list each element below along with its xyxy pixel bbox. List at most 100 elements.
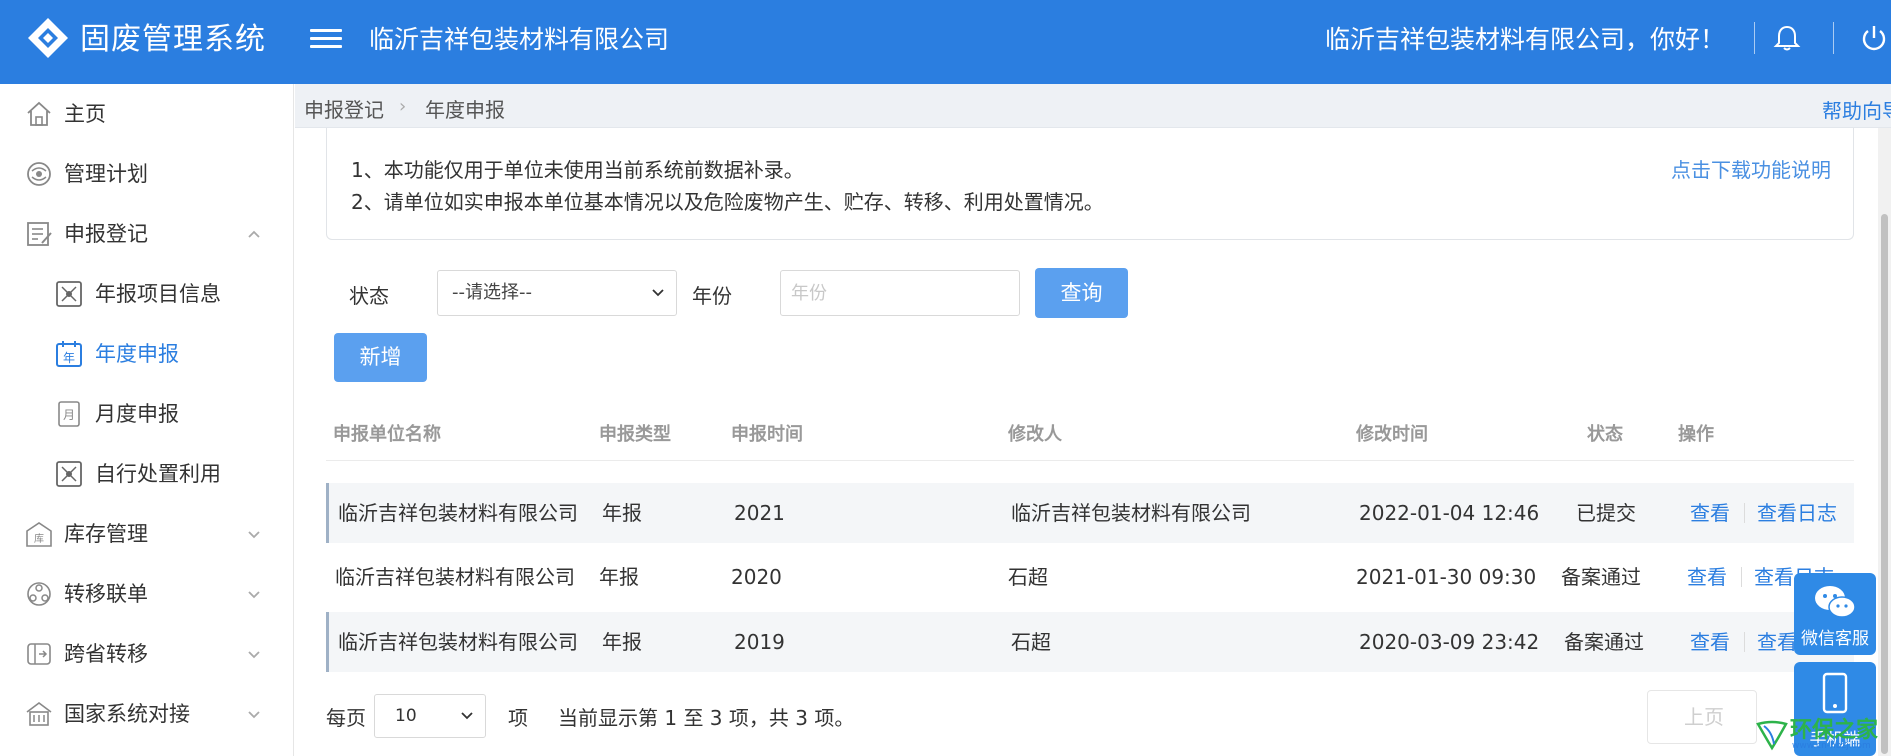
cell-type: 年报 (599, 565, 639, 589)
notice-panel: 1、本功能仅用于单位未使用当前系统前数据补录。 2、请单位如实申报本单位基本情况… (326, 128, 1854, 240)
notice-line-1: 1、本功能仅用于单位未使用当前系统前数据补录。 (351, 158, 804, 182)
year-input[interactable] (780, 270, 1020, 316)
cell-year: 2020 (731, 565, 782, 589)
pagination-summary: 当前显示第 1 至 3 项，共 3 项。 (558, 706, 855, 730)
action-divider (1744, 503, 1745, 523)
user-greeting: 临沂吉祥包装材料有限公司，你好！ (1325, 25, 1726, 54)
chevron-down-icon (248, 591, 260, 599)
sidebar-item-monthly-report[interactable]: 月 月度申报 (0, 384, 294, 444)
sidebar-item-label: 跨省转移 (64, 642, 148, 666)
sidebar-item-transfer[interactable]: 转移联单 (0, 564, 294, 624)
sidebar-item-plan[interactable]: 管理计划 (0, 144, 294, 204)
cell-modified-time: 2022-01-04 12:46 (1359, 501, 1540, 525)
power-icon[interactable] (1858, 22, 1890, 54)
header-divider (1754, 22, 1755, 54)
add-button[interactable]: 新增 (334, 333, 427, 382)
wechat-icon (1815, 586, 1856, 618)
scrollbar-thumb[interactable] (1881, 214, 1888, 754)
status-select[interactable]: --请选择-- (437, 270, 677, 316)
cross-province-icon (27, 643, 51, 665)
table-header-divider (326, 460, 1854, 461)
cell-modified-time: 2021-01-30 09:30 (1356, 565, 1537, 589)
app-title: 固废管理系统 (80, 22, 266, 57)
cell-type: 年报 (602, 501, 642, 525)
column-header-actions: 操作 (1678, 424, 1714, 445)
view-link[interactable]: 查看 (1690, 499, 1730, 527)
notice-line-2: 2、请单位如实申报本单位基本情况以及危险废物产生、贮存、转移、利用处置情况。 (351, 190, 1104, 214)
table-row: 临沂吉祥包装材料有限公司 年报 2021 临沂吉祥包装材料有限公司 2022-0… (326, 483, 1854, 543)
sidebar-item-cross-province[interactable]: 跨省转移 (0, 624, 294, 684)
project-icon (56, 281, 82, 307)
cell-modifier: 石超 (1008, 565, 1048, 589)
prev-page-button[interactable]: 上页 (1647, 690, 1757, 744)
sidebar-item-label: 国家系统对接 (64, 702, 190, 726)
national-system-icon (26, 702, 52, 726)
watermark-text: 环保之家 (1790, 718, 1879, 743)
svg-text:年: 年 (63, 351, 75, 365)
column-header-status: 状态 (1587, 424, 1623, 445)
view-link[interactable]: 查看 (1690, 628, 1730, 656)
help-guide-link[interactable]: 帮助向导 (1822, 95, 1891, 124)
bell-icon[interactable] (1771, 22, 1803, 54)
cell-unit: 临沂吉祥包装材料有限公司 (338, 630, 578, 654)
wechat-service-label: 微信客服 (1801, 629, 1869, 649)
sidebar-item-label: 主页 (64, 102, 106, 126)
plan-icon (27, 162, 51, 186)
cell-type: 年报 (602, 630, 642, 654)
transfer-icon (27, 582, 51, 606)
action-divider (1741, 567, 1742, 587)
watermark: 环保之家 www.cn-hbzj.com (1752, 708, 1891, 756)
home-icon (27, 101, 51, 126)
chevron-up-icon (248, 230, 260, 238)
content-scrollbar[interactable] (1878, 128, 1891, 756)
disposal-icon (56, 461, 82, 487)
leaf-logo-icon (1756, 720, 1788, 751)
cell-unit: 临沂吉祥包装材料有限公司 (335, 565, 575, 589)
year-label: 年份 (692, 284, 732, 308)
menu-toggle-icon[interactable] (310, 24, 342, 54)
cell-modifier: 临沂吉祥包装材料有限公司 (1011, 501, 1251, 525)
column-header-modified-time: 修改时间 (1356, 424, 1428, 445)
per-page-label: 每页 (326, 706, 366, 730)
top-header: 固废管理系统 临沂吉祥包装材料有限公司 临沂吉祥包装材料有限公司，你好！ (0, 0, 1891, 84)
chevron-down-icon (248, 531, 260, 539)
cell-year: 2021 (734, 501, 785, 525)
page-size-select[interactable]: 10 (374, 694, 486, 738)
sidebar-item-self-disposal[interactable]: 自行处置利用 (0, 444, 294, 504)
wechat-service-button[interactable]: 微信客服 (1794, 573, 1876, 655)
register-icon (27, 222, 52, 246)
sidebar-item-label: 月度申报 (95, 402, 179, 426)
sidebar-item-label: 库存管理 (64, 522, 148, 546)
chevron-down-icon (461, 712, 473, 720)
sidebar-item-home[interactable]: 主页 (0, 84, 294, 144)
sidebar-item-register[interactable]: 申报登记 (0, 204, 294, 264)
sidebar-item-inventory[interactable]: 库 库存管理 (0, 504, 294, 564)
column-header-unit: 申报单位名称 (333, 424, 441, 445)
sidebar-item-label: 转移联单 (64, 582, 148, 606)
table-row: 临沂吉祥包装材料有限公司 年报 2019 石超 2020-03-09 23:42… (326, 612, 1854, 672)
view-log-link[interactable]: 查看日志 (1757, 499, 1837, 527)
header-divider (1833, 22, 1834, 54)
action-divider (1744, 632, 1745, 652)
sidebar-item-label: 自行处置利用 (95, 462, 221, 486)
watermark-url: www.cn-hbzj.com (1792, 741, 1871, 751)
chevron-down-icon (652, 289, 664, 297)
sidebar: 主页 管理计划 申报登记 年报项目信息 年 年度申报 月 月度申报 自行处置利用… (0, 84, 294, 756)
svg-text:月: 月 (63, 408, 75, 422)
sidebar-item-national-system[interactable]: 国家系统对接 (0, 684, 294, 744)
view-link[interactable]: 查看 (1687, 563, 1727, 591)
download-instructions-link[interactable]: 点击下载功能说明 (1671, 154, 1831, 183)
logo-icon (28, 18, 68, 58)
breadcrumb-parent[interactable]: 申报登记 (304, 94, 384, 123)
sidebar-item-annual-report[interactable]: 年 年度申报 (0, 324, 294, 384)
breadcrumb-current: 年度申报 (425, 98, 505, 122)
sidebar-item-label: 年度申报 (95, 342, 179, 366)
status-label: 状态 (349, 284, 389, 308)
sidebar-item-project-info[interactable]: 年报项目信息 (0, 264, 294, 324)
column-header-type: 申报类型 (599, 424, 671, 445)
page-size-unit: 项 (508, 706, 528, 730)
sidebar-item-label: 年报项目信息 (95, 282, 221, 306)
query-button[interactable]: 查询 (1035, 268, 1128, 318)
cell-modifier: 石超 (1011, 630, 1051, 654)
page-size-value: 10 (395, 706, 417, 726)
